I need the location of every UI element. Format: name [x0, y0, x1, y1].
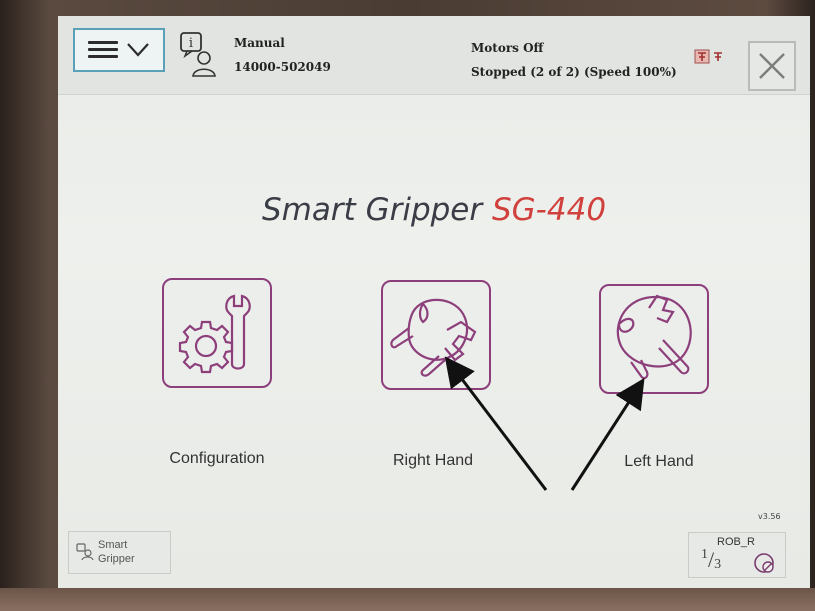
configuration-tile[interactable] [162, 278, 272, 388]
motor-status[interactable]: Motors Off Stopped (2 of 2) (Speed 100%) [471, 36, 677, 84]
taskbar-label: Smart Gripper [98, 538, 135, 566]
quickset-button[interactable]: ROB_R 1/3 [688, 532, 786, 578]
app-title-name: Smart Gripper [261, 192, 483, 228]
taskbar-smart-gripper[interactable]: Smart Gripper [68, 531, 171, 574]
run-state: Stopped (2 of 2) (Speed 100%) [471, 65, 677, 79]
quickset-fraction: 1/3 [701, 547, 721, 573]
svg-text:i: i [189, 36, 193, 51]
operating-mode: Manual [234, 36, 285, 50]
controller-id: 14000-502049 [234, 60, 331, 74]
fraction-denominator: 3 [714, 557, 722, 572]
robot-motion-icon [754, 553, 774, 573]
robot-name: ROB_R [717, 536, 755, 548]
operator-info-icon[interactable]: i [178, 31, 218, 79]
close-button[interactable] [748, 41, 796, 91]
right-hand-tile[interactable] [381, 280, 491, 390]
hamburger-icon [88, 41, 118, 59]
left-hand-label: Left Hand [624, 453, 694, 470]
flexpendant-screen: i Manual 14000-502049 Motors Off Stopped… [58, 16, 810, 588]
close-icon [759, 53, 785, 79]
left-hand-tile[interactable] [599, 284, 709, 394]
status-bar: i Manual 14000-502049 Motors Off Stopped… [58, 16, 810, 95]
main-menu-button[interactable] [73, 28, 165, 72]
right-hand-label: Right Hand [392, 452, 474, 469]
left-hand-gripper-icon [616, 294, 692, 380]
right-hand-gripper-icon [390, 298, 477, 377]
version-label: v3.56 [758, 512, 781, 521]
motor-state: Motors Off [471, 41, 544, 55]
speed-indicator-icon [694, 49, 722, 64]
app-taskbar-icon [76, 543, 94, 561]
app-title-model: SG-440 [491, 192, 607, 228]
controller-status[interactable]: Manual 14000-502049 [234, 31, 331, 79]
app-title: Smart Gripper SG-440 [58, 192, 810, 228]
gear-wrench-icon [178, 294, 251, 374]
chevron-down-icon [127, 43, 149, 57]
fraction-numerator: 1 [701, 547, 708, 562]
configuration-label: Configuration [169, 450, 265, 467]
taskbar-label-line2: Gripper [98, 553, 135, 565]
taskbar-label-line1: Smart [98, 539, 128, 551]
device-bezel-bottom [0, 588, 815, 611]
